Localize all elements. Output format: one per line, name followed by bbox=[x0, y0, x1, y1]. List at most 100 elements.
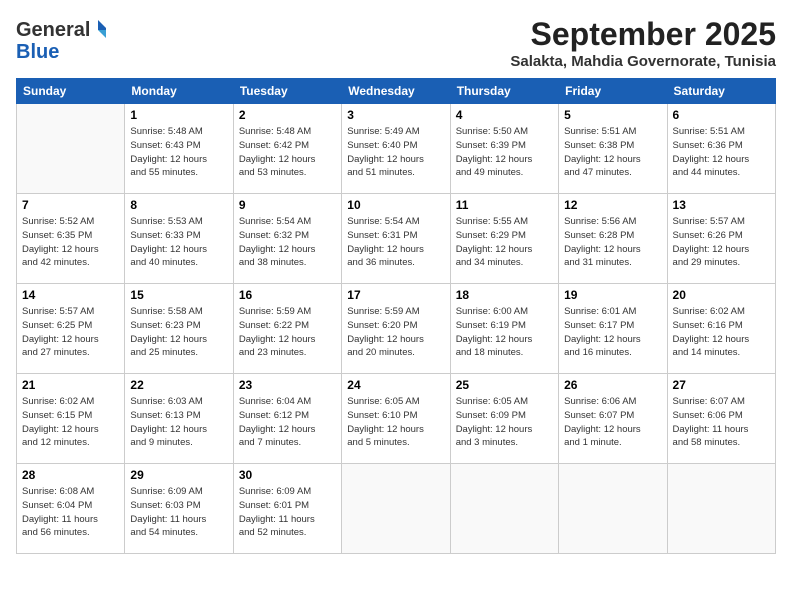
calendar-cell: 8 Sunrise: 5:53 AM Sunset: 6:33 PM Daylig… bbox=[125, 194, 233, 284]
calendar-cell: 24Sunrise: 6:05 AM Sunset: 6:10 PM Dayli… bbox=[342, 374, 450, 464]
calendar-cell: 2 Sunrise: 5:48 AM Sunset: 6:42 PM Daylig… bbox=[233, 104, 341, 194]
weekday-header: Friday bbox=[559, 79, 667, 104]
calendar-week-row: 21 Sunrise: 6:02 AM Sunset: 6:15 PM Dayli… bbox=[17, 374, 776, 464]
calendar-cell: 4Sunrise: 5:50 AM Sunset: 6:39 PM Daylig… bbox=[450, 104, 558, 194]
logo: General Blue bbox=[16, 16, 106, 66]
calendar-cell: 16 Sunrise: 5:59 AM Sunset: 6:22 PM Dayli… bbox=[233, 284, 341, 374]
day-info: Sunrise: 6:04 AM Sunset: 6:12 PM Dayligh… bbox=[239, 395, 336, 450]
day-info: Sunrise: 6:07 AM Sunset: 6:06 PM Dayligh… bbox=[673, 395, 770, 450]
calendar-cell: 15Sunrise: 5:58 AM Sunset: 6:23 PM Dayli… bbox=[125, 284, 233, 374]
day-info: Sunrise: 5:56 AM Sunset: 6:28 PM Dayligh… bbox=[564, 215, 661, 270]
day-info: Sunrise: 6:03 AM Sunset: 6:13 PM Dayligh… bbox=[130, 395, 227, 450]
day-number: 30 bbox=[239, 468, 336, 482]
day-number: 2 bbox=[239, 108, 336, 122]
day-number: 19 bbox=[564, 288, 661, 302]
day-number: 18 bbox=[456, 288, 553, 302]
day-info: Sunrise: 5:55 AM Sunset: 6:29 PM Dayligh… bbox=[456, 215, 553, 270]
day-info: Sunrise: 5:58 AM Sunset: 6:23 PM Dayligh… bbox=[130, 305, 227, 360]
weekday-header: Tuesday bbox=[233, 79, 341, 104]
day-info: Sunrise: 5:51 AM Sunset: 6:38 PM Dayligh… bbox=[564, 125, 661, 180]
calendar-cell: 7Sunrise: 5:52 AM Sunset: 6:35 PM Daylig… bbox=[17, 194, 125, 284]
calendar-cell: 1 Sunrise: 5:48 AM Sunset: 6:43 PM Daylig… bbox=[125, 104, 233, 194]
day-info: Sunrise: 5:54 AM Sunset: 6:31 PM Dayligh… bbox=[347, 215, 444, 270]
calendar-cell: 27 Sunrise: 6:07 AM Sunset: 6:06 PM Dayli… bbox=[667, 374, 775, 464]
day-info: Sunrise: 5:59 AM Sunset: 6:22 PM Dayligh… bbox=[239, 305, 336, 360]
calendar-cell: 29 Sunrise: 6:09 AM Sunset: 6:03 PM Dayli… bbox=[125, 464, 233, 554]
day-number: 10 bbox=[347, 198, 444, 212]
day-number: 26 bbox=[564, 378, 661, 392]
calendar-week-row: 14 Sunrise: 5:57 AM Sunset: 6:25 PM Dayli… bbox=[17, 284, 776, 374]
day-info: Sunrise: 6:08 AM Sunset: 6:04 PM Dayligh… bbox=[22, 485, 119, 540]
calendar-cell: 20 Sunrise: 6:02 AM Sunset: 6:16 PM Dayli… bbox=[667, 284, 775, 374]
day-info: Sunrise: 6:09 AM Sunset: 6:01 PM Dayligh… bbox=[239, 485, 336, 540]
calendar-cell: 14 Sunrise: 5:57 AM Sunset: 6:25 PM Dayli… bbox=[17, 284, 125, 374]
calendar-cell: 9Sunrise: 5:54 AM Sunset: 6:32 PM Daylig… bbox=[233, 194, 341, 284]
day-number: 29 bbox=[130, 468, 227, 482]
day-number: 12 bbox=[564, 198, 661, 212]
logo-svg: General Blue bbox=[16, 16, 106, 66]
weekday-header: Sunday bbox=[17, 79, 125, 104]
day-number: 27 bbox=[673, 378, 770, 392]
day-info: Sunrise: 5:48 AM Sunset: 6:42 PM Dayligh… bbox=[239, 125, 336, 180]
month-title: September 2025 bbox=[510, 16, 776, 53]
day-info: Sunrise: 6:01 AM Sunset: 6:17 PM Dayligh… bbox=[564, 305, 661, 360]
day-info: Sunrise: 6:00 AM Sunset: 6:19 PM Dayligh… bbox=[456, 305, 553, 360]
day-info: Sunrise: 5:59 AM Sunset: 6:20 PM Dayligh… bbox=[347, 305, 444, 360]
day-info: Sunrise: 6:02 AM Sunset: 6:15 PM Dayligh… bbox=[22, 395, 119, 450]
calendar-table: SundayMondayTuesdayWednesdayThursdayFrid… bbox=[16, 78, 776, 554]
calendar-cell: 19 Sunrise: 6:01 AM Sunset: 6:17 PM Dayli… bbox=[559, 284, 667, 374]
calendar-cell: 30 Sunrise: 6:09 AM Sunset: 6:01 PM Dayli… bbox=[233, 464, 341, 554]
day-info: Sunrise: 6:05 AM Sunset: 6:09 PM Dayligh… bbox=[456, 395, 553, 450]
day-info: Sunrise: 6:02 AM Sunset: 6:16 PM Dayligh… bbox=[673, 305, 770, 360]
day-number: 11 bbox=[456, 198, 553, 212]
calendar-cell: 3Sunrise: 5:49 AM Sunset: 6:40 PM Daylig… bbox=[342, 104, 450, 194]
day-info: Sunrise: 5:53 AM Sunset: 6:33 PM Dayligh… bbox=[130, 215, 227, 270]
calendar-cell bbox=[342, 464, 450, 554]
calendar-cell: 11 Sunrise: 5:55 AM Sunset: 6:29 PM Dayli… bbox=[450, 194, 558, 284]
calendar-week-row: 28 Sunrise: 6:08 AM Sunset: 6:04 PM Dayli… bbox=[17, 464, 776, 554]
calendar-week-row: 1 Sunrise: 5:48 AM Sunset: 6:43 PM Daylig… bbox=[17, 104, 776, 194]
calendar-cell: 17 Sunrise: 5:59 AM Sunset: 6:20 PM Dayli… bbox=[342, 284, 450, 374]
day-number: 28 bbox=[22, 468, 119, 482]
calendar-cell: 10 Sunrise: 5:54 AM Sunset: 6:31 PM Dayli… bbox=[342, 194, 450, 284]
calendar-cell: 26Sunrise: 6:06 AM Sunset: 6:07 PM Dayli… bbox=[559, 374, 667, 464]
calendar-cell: 21 Sunrise: 6:02 AM Sunset: 6:15 PM Dayli… bbox=[17, 374, 125, 464]
day-number: 21 bbox=[22, 378, 119, 392]
calendar-cell: 12 Sunrise: 5:56 AM Sunset: 6:28 PM Dayli… bbox=[559, 194, 667, 284]
calendar-cell: 25 Sunrise: 6:05 AM Sunset: 6:09 PM Dayli… bbox=[450, 374, 558, 464]
day-number: 13 bbox=[673, 198, 770, 212]
weekday-header: Wednesday bbox=[342, 79, 450, 104]
calendar-week-row: 7Sunrise: 5:52 AM Sunset: 6:35 PM Daylig… bbox=[17, 194, 776, 284]
day-number: 25 bbox=[456, 378, 553, 392]
day-info: Sunrise: 5:51 AM Sunset: 6:36 PM Dayligh… bbox=[673, 125, 770, 180]
calendar-cell: 18 Sunrise: 6:00 AM Sunset: 6:19 PM Dayli… bbox=[450, 284, 558, 374]
location-title: Salakta, Mahdia Governorate, Tunisia bbox=[510, 53, 776, 70]
calendar-cell bbox=[17, 104, 125, 194]
day-info: Sunrise: 6:05 AM Sunset: 6:10 PM Dayligh… bbox=[347, 395, 444, 450]
calendar-cell bbox=[559, 464, 667, 554]
title-block: September 2025 Salakta, Mahdia Governora… bbox=[510, 16, 776, 70]
day-info: Sunrise: 5:48 AM Sunset: 6:43 PM Dayligh… bbox=[130, 125, 227, 180]
calendar-cell: 5 Sunrise: 5:51 AM Sunset: 6:38 PM Daylig… bbox=[559, 104, 667, 194]
day-number: 23 bbox=[239, 378, 336, 392]
calendar-cell: 28 Sunrise: 6:08 AM Sunset: 6:04 PM Dayli… bbox=[17, 464, 125, 554]
calendar-cell: 13Sunrise: 5:57 AM Sunset: 6:26 PM Dayli… bbox=[667, 194, 775, 284]
weekday-header: Thursday bbox=[450, 79, 558, 104]
page-header: General Blue September 2025 Salakta, Mah… bbox=[16, 16, 776, 70]
calendar-header-row: SundayMondayTuesdayWednesdayThursdayFrid… bbox=[17, 79, 776, 104]
day-number: 14 bbox=[22, 288, 119, 302]
day-number: 22 bbox=[130, 378, 227, 392]
svg-text:General: General bbox=[16, 19, 90, 41]
svg-text:Blue: Blue bbox=[16, 41, 59, 63]
day-number: 3 bbox=[347, 108, 444, 122]
day-number: 5 bbox=[564, 108, 661, 122]
day-number: 16 bbox=[239, 288, 336, 302]
weekday-header: Saturday bbox=[667, 79, 775, 104]
day-number: 20 bbox=[673, 288, 770, 302]
day-info: Sunrise: 5:57 AM Sunset: 6:25 PM Dayligh… bbox=[22, 305, 119, 360]
day-info: Sunrise: 6:09 AM Sunset: 6:03 PM Dayligh… bbox=[130, 485, 227, 540]
day-number: 1 bbox=[130, 108, 227, 122]
calendar-cell: 6Sunrise: 5:51 AM Sunset: 6:36 PM Daylig… bbox=[667, 104, 775, 194]
day-number: 8 bbox=[130, 198, 227, 212]
day-number: 17 bbox=[347, 288, 444, 302]
